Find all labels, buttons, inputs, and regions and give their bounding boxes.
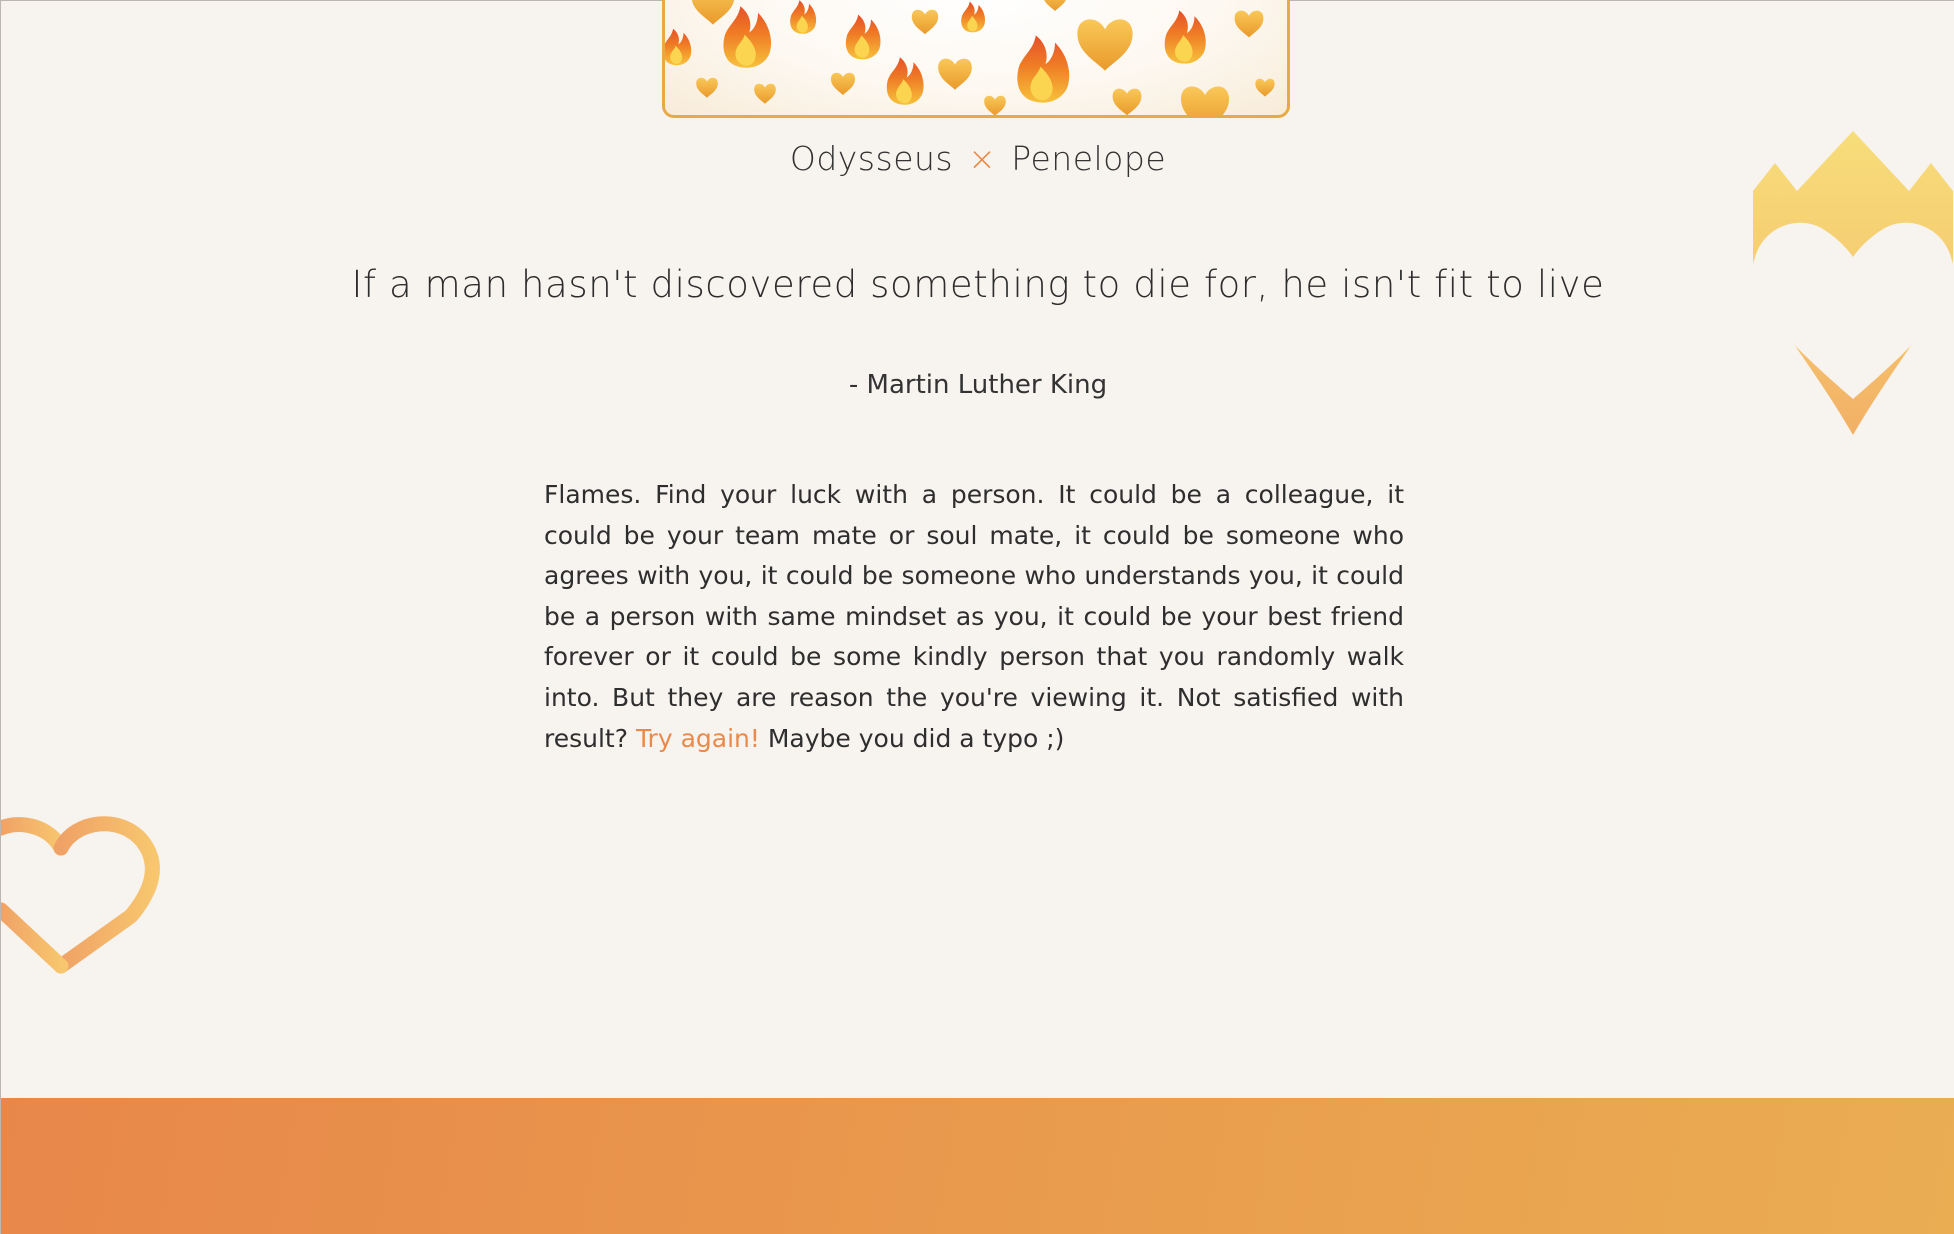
description-text-before: Flames. Find your luck with a person. It… [544,480,1404,753]
quote-author: - Martin Luther King [848,370,1108,400]
cross-symbol: × [968,139,997,178]
hearts-fire-banner [662,0,1290,118]
crown-heart-icon [1753,131,1953,435]
name-left: Odysseus [789,139,954,178]
description-text-after: Maybe you did a typo ;) [767,723,1065,753]
footer-band [1,1098,1954,1234]
name-right: Penelope [1011,139,1167,178]
hearts-fire-pattern [665,0,1275,115]
quote-text: If a man hasn't discovered something to … [351,263,1605,306]
result-description: Flames. Find your luck with a person. It… [544,475,1404,759]
outline-heart-icon [1,816,160,974]
couple-names: Odysseus × Penelope [1,139,1954,178]
try-again-link[interactable]: Try again! [636,724,760,753]
